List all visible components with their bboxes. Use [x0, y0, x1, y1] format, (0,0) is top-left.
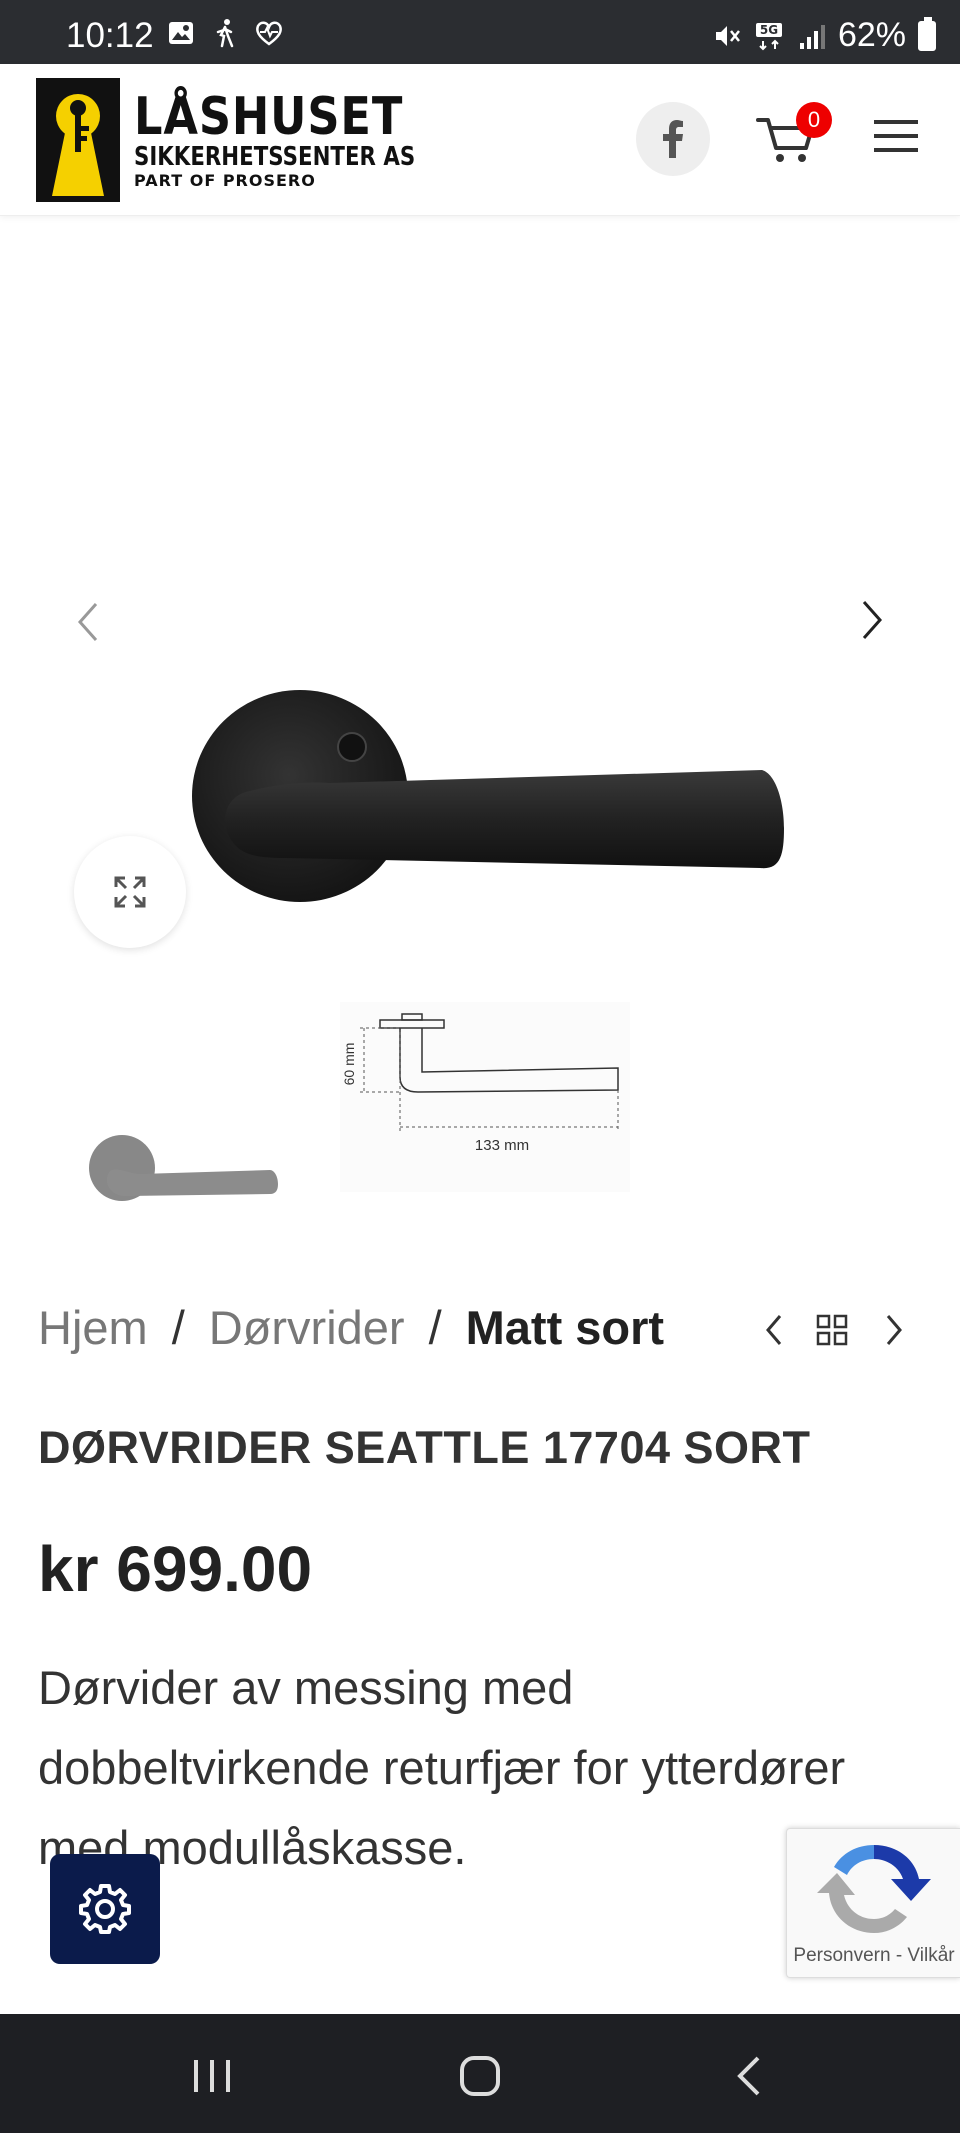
previous-product-icon[interactable] — [760, 1312, 788, 1348]
signal-icon — [799, 24, 825, 49]
gallery-next-arrow-icon[interactable] — [852, 598, 892, 642]
breadcrumb-current: Matt sort — [465, 1301, 665, 1354]
dimension-height-label: 60 mm — [341, 1043, 357, 1086]
walking-icon — [216, 19, 234, 48]
logo-subtitle: SIKKERHETSSENTER AS — [134, 141, 416, 172]
thumbnail-handle-photo[interactable] — [80, 1116, 280, 1206]
breadcrumb-home-link[interactable]: Hjem — [38, 1300, 148, 1355]
grid-view-icon[interactable] — [816, 1314, 848, 1346]
status-bar: 10:12 5G 62% — [0, 0, 960, 64]
home-icon[interactable] — [458, 2054, 502, 2098]
site-logo[interactable]: LÅSHUSET SIKKERHETSSENTER AS PART OF PRO… — [36, 78, 477, 202]
android-nav-bar — [0, 2014, 960, 2133]
5g-icon: 5G — [755, 22, 782, 50]
breadcrumb-separator: / — [171, 1301, 185, 1354]
facebook-button[interactable] — [636, 102, 710, 176]
gear-icon — [79, 1884, 131, 1934]
recent-apps-icon[interactable] — [190, 2058, 234, 2094]
cart-count-badge: 0 — [796, 102, 832, 138]
breadcrumb: Hjem / Dørvrider / Matt sort — [38, 1300, 664, 1355]
thumbnail-strip: 60 mm 133 mm — [0, 996, 960, 1226]
breadcrumb-category-link[interactable]: Dørvrider — [209, 1300, 405, 1355]
site-header: LÅSHUSET SIKKERHETSSENTER AS PART OF PRO… — [0, 64, 960, 216]
gallery-prev-arrow-icon[interactable] — [68, 600, 108, 644]
logo-key-icon — [36, 78, 120, 202]
next-product-icon[interactable] — [880, 1312, 908, 1348]
status-time: 10:12 — [66, 16, 154, 55]
recaptcha-badge[interactable]: Personvern - Vilkår — [786, 1828, 960, 1978]
recaptcha-icon — [817, 1845, 931, 1933]
breadcrumb-separator: / — [428, 1301, 442, 1354]
image-icon — [169, 22, 193, 44]
logo-tagline: PART OF PROSERO — [134, 170, 316, 190]
product-title: DØRVRIDER SEATTLE 17704 SORT — [38, 1422, 811, 1473]
logo-title: LÅSHUSET — [134, 86, 404, 147]
thumbnail-dimension-drawing[interactable]: 60 mm 133 mm — [340, 1002, 630, 1192]
back-icon[interactable] — [734, 2054, 764, 2098]
product-price: kr 699.00 — [38, 1533, 313, 1605]
expand-icon — [114, 876, 146, 908]
heart-rate-icon — [256, 21, 282, 46]
mute-icon — [715, 25, 740, 46]
recaptcha-links[interactable]: Personvern - Vilkår — [787, 1945, 960, 1967]
zoom-button[interactable] — [74, 836, 186, 948]
hamburger-menu-icon[interactable] — [872, 116, 920, 156]
cookie-settings-button[interactable] — [50, 1854, 160, 1964]
battery-icon — [918, 16, 936, 51]
facebook-icon — [663, 120, 683, 158]
battery-percent: 62% — [837, 16, 906, 54]
dimension-width-label: 133 mm — [475, 1137, 529, 1154]
svg-text:5G: 5G — [760, 23, 778, 37]
